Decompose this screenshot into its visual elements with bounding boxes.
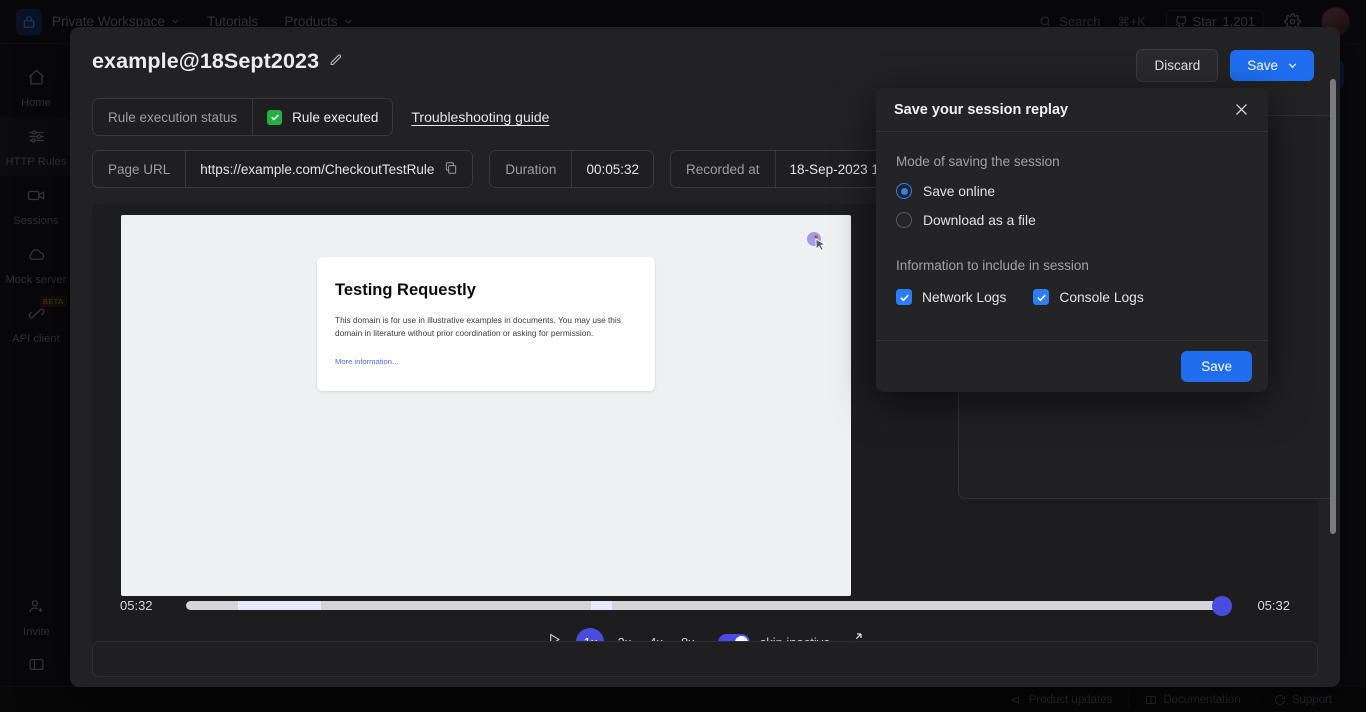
radio-save-online-label: Save online (923, 183, 996, 199)
recorded-at-key: Recorded at (671, 151, 775, 187)
checkbox-console-logs[interactable]: Console Logs (1033, 289, 1144, 305)
rule-status-key: Rule execution status (93, 99, 253, 135)
chevron-down-icon (1288, 63, 1297, 68)
page-url-value-wrap: https://example.com/CheckoutTestRule (185, 151, 473, 187)
page-title: example@18Sept2023 (92, 49, 320, 73)
checkbox-console-logs-control[interactable] (1033, 289, 1050, 305)
duration-value: 00:05:32 (571, 151, 653, 187)
radio-download-file-control[interactable] (896, 212, 912, 228)
checkbox-network-logs-control[interactable] (896, 289, 912, 305)
replay-page-card: Testing Requestly This domain is for use… (317, 257, 655, 391)
replay-heading: Testing Requestly (335, 281, 476, 299)
checkbox-group: Network Logs Console Logs (896, 289, 1248, 305)
page-url-value: https://example.com/CheckoutTestRule (200, 161, 435, 177)
rule-status-value: Rule executed (252, 99, 393, 135)
duration-chipgroup: Duration 00:05:32 (489, 150, 654, 188)
dialog-body: Mode of saving the session Save online D… (876, 132, 1268, 340)
radio-download-file-label: Download as a file (923, 212, 1036, 228)
pencil-icon[interactable] (328, 52, 343, 72)
troubleshooting-guide-link[interactable]: Troubleshooting guide (411, 109, 549, 125)
panel-footer-bar (92, 641, 1318, 677)
check-badge-icon (267, 109, 283, 125)
player-seek-thumb[interactable] (1212, 595, 1232, 616)
save-dropdown-button[interactable]: Save (1230, 50, 1314, 81)
click-cursor-icon (805, 230, 829, 259)
info-section-label: Information to include in session (896, 258, 1089, 273)
page-url-chipgroup: Page URL https://example.com/CheckoutTes… (92, 150, 474, 188)
dialog-footer: Save (876, 340, 1268, 392)
radio-save-online-control[interactable] (896, 183, 912, 199)
checkbox-console-logs-label: Console Logs (1059, 289, 1144, 305)
checkbox-network-logs-label: Network Logs (922, 289, 1007, 305)
dialog-header: Save your session replay (876, 88, 1268, 132)
close-icon[interactable] (1233, 101, 1250, 118)
radio-save-online[interactable]: Save online (896, 183, 1248, 199)
check-icon (899, 294, 909, 301)
player-total-time: 05:32 (1257, 598, 1290, 613)
player-seek-track[interactable] (186, 595, 1232, 616)
copy-icon[interactable] (444, 161, 458, 178)
mode-section-label: Mode of saving the session (896, 154, 1060, 169)
replay-stage: Testing Requestly This domain is for use… (121, 215, 851, 596)
rule-status-chipgroup: Rule execution status Rule executed (92, 98, 394, 136)
page-url-key: Page URL (93, 151, 186, 187)
session-header: example@18Sept2023 Discard Save (70, 27, 1340, 82)
checkbox-network-logs[interactable]: Network Logs (896, 289, 1006, 305)
check-icon (1037, 294, 1046, 301)
replay-more-info-link: More information... (335, 356, 399, 366)
player-current-time: 05:32 (120, 598, 153, 613)
radio-download-file[interactable]: Download as a file (896, 212, 1248, 228)
panel-scrollbar[interactable] (1330, 79, 1336, 534)
title-row: example@18Sept2023 (92, 49, 343, 74)
duration-key: Duration (490, 151, 572, 187)
dialog-save-button[interactable]: Save (1181, 351, 1252, 382)
save-session-dialog: Save your session replay Mode of saving … (876, 88, 1268, 392)
save-button-label: Save (1247, 58, 1278, 73)
header-actions: Discard Save (1136, 49, 1314, 82)
replay-body-text: This domain is for use in illustrative e… (335, 315, 621, 338)
player-timeline: 05:32 05:32 (92, 595, 1318, 616)
dialog-title: Save your session replay (894, 101, 1069, 118)
discard-button[interactable]: Discard (1136, 49, 1219, 82)
rule-status-text: Rule executed (292, 109, 379, 125)
